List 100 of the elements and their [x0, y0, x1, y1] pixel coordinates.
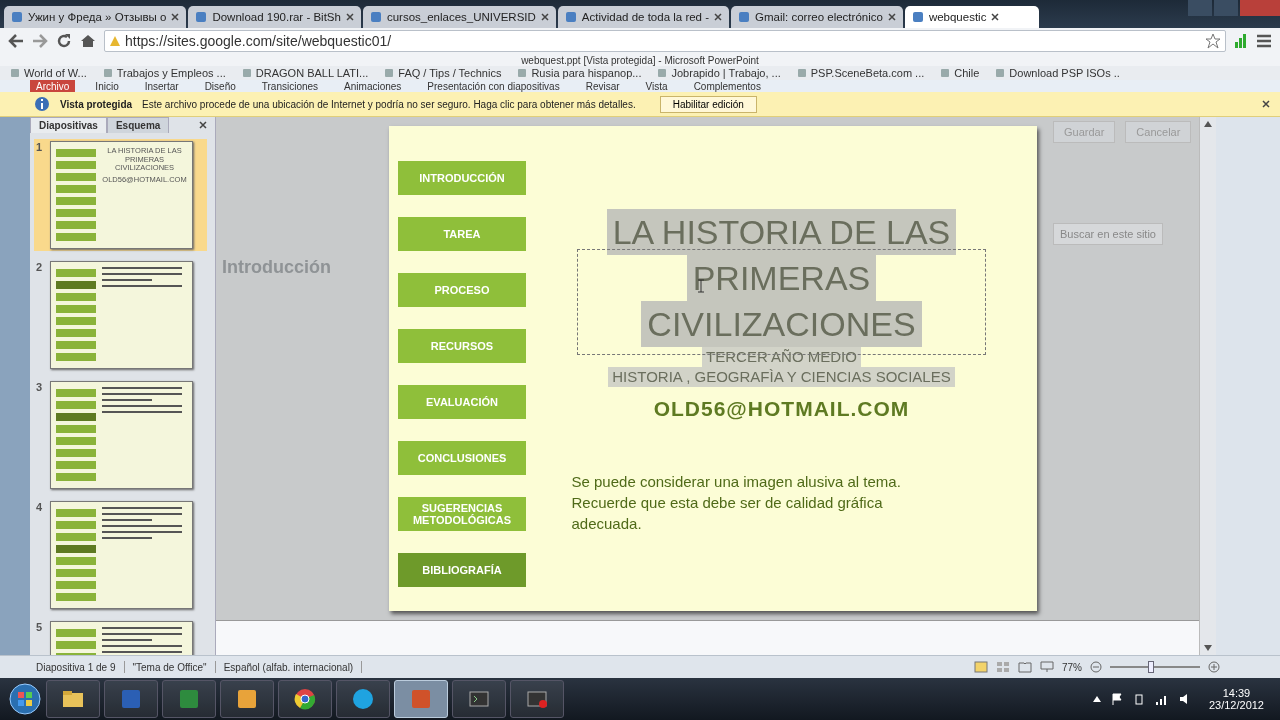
time: 14:39: [1222, 687, 1251, 699]
bookmark[interactable]: Download PSP ISOs ..: [995, 67, 1120, 79]
slide-email: OLD56@HOTMAIL.COM: [653, 397, 910, 421]
message-text: Este archivo procede de una ubicación de Internet y podría no ser seguro. Haga clic para obtener más detalles.: [142, 98, 636, 110]
start-button[interactable]: [8, 682, 42, 716]
slide-number: 1: [36, 141, 44, 153]
document-icon: [119, 687, 143, 711]
bookmark[interactable]: Rusia para hispanop...: [517, 67, 642, 79]
taskbar-button[interactable]: [278, 680, 332, 718]
close-icon[interactable]: [991, 13, 1000, 21]
reading-view-icon[interactable]: [1018, 661, 1032, 673]
signal-icon[interactable]: [1154, 693, 1169, 705]
bookmark-icon: [241, 68, 252, 78]
close-icon[interactable]: [540, 13, 549, 21]
pane-tab[interactable]: Esquema: [106, 117, 170, 133]
forward-icon[interactable]: [32, 34, 48, 48]
tray-arrow-icon[interactable]: [1092, 696, 1101, 702]
enable-editing-button[interactable]: Habilitar edición: [659, 95, 757, 113]
slideshow-icon[interactable]: [1040, 661, 1054, 673]
browser-tab[interactable]: cursos_enlaces_UNIVERSID: [362, 6, 556, 28]
browser-tab[interactable]: Download 190.rar - BitSh: [188, 6, 361, 28]
slide-title: PRIMERAS: [686, 255, 877, 301]
ribbon-tab[interactable]: Revisar: [579, 80, 626, 92]
bookmark[interactable]: DRAGON BALL LATI...: [241, 67, 369, 79]
close-icon[interactable]: [887, 13, 896, 21]
close-icon[interactable]: [345, 13, 354, 21]
back-icon[interactable]: [8, 34, 24, 48]
taskbar-button[interactable]: [46, 680, 100, 718]
scroll-down-icon[interactable]: [1204, 645, 1212, 651]
language: Español (alfab. internacional): [223, 661, 354, 673]
spreadsheet-icon: [177, 687, 201, 711]
bookmark-icon: [517, 68, 528, 78]
bookmark-icon: [995, 68, 1006, 78]
ribbon-tab[interactable]: Archivo: [30, 80, 76, 92]
slide-number: 4: [36, 501, 44, 513]
bookmark[interactable]: Trabajos y Empleos ...: [102, 67, 226, 79]
star-icon[interactable]: [1205, 33, 1221, 49]
browser-tab[interactable]: webquestic: [904, 6, 1040, 28]
taskbar-button[interactable]: [336, 680, 390, 718]
slide-subtitle: HISTORIA , GEOGRAFÌA Y CIENCIAS SOCIALES: [608, 367, 955, 387]
bookmark[interactable]: World of W...: [10, 67, 87, 79]
ribbon-tab[interactable]: Complementos: [687, 80, 767, 92]
message-title: Vista protegida: [60, 98, 133, 110]
ribbon-tab[interactable]: Animaciones: [338, 80, 408, 92]
clock[interactable]: 14:39 23/12/2012: [1200, 687, 1272, 711]
page-icon: [564, 11, 577, 23]
page-heading: Introducción: [222, 257, 331, 277]
ribbon-tab[interactable]: Transiciones: [255, 80, 325, 92]
reload-icon[interactable]: [56, 33, 72, 49]
slide-note: Se puede considerar una imagen alusiva al tema. Recuerde que esta debe ser de calidad gráfica adecuada.: [571, 472, 902, 534]
scrollbar[interactable]: [1199, 117, 1216, 655]
page-icon: [11, 11, 23, 23]
ribbon-tab[interactable]: Diseño: [198, 80, 242, 92]
menu-icon[interactable]: [1256, 34, 1272, 48]
browser-tab[interactable]: Actividad de toda la red -: [557, 6, 730, 28]
close-icon[interactable]: [171, 13, 180, 21]
bookmark-icon: [657, 68, 668, 78]
bookmark[interactable]: FAQ / Tips / Technics: [384, 67, 502, 79]
notes-field[interactable]: [216, 620, 1199, 655]
home-icon[interactable]: [80, 33, 96, 49]
presentation-icon: [409, 687, 433, 711]
zoom-out-icon[interactable]: [1090, 661, 1102, 673]
bookmark[interactable]: PSP.SceneBeta.com ...: [796, 67, 925, 79]
zoom-level[interactable]: 77%: [1062, 661, 1082, 673]
page-icon: [738, 11, 751, 23]
browser-icon: [293, 687, 317, 711]
ribbon-tab[interactable]: Inicio: [89, 80, 125, 92]
theme-name: "Tema de Office": [132, 661, 207, 673]
slide-count: Diapositiva 1 de 9: [36, 661, 116, 673]
chat-icon: [351, 687, 375, 711]
taskbar-button[interactable]: [220, 680, 274, 718]
slide-number: 3: [36, 381, 44, 393]
bookmark-icon: [102, 68, 113, 78]
flag-icon[interactable]: [1110, 693, 1123, 705]
bookmark[interactable]: Jobrapido | Trabajo, ...: [657, 67, 781, 79]
address-bar[interactable]: https://sites.google.com/site/webquestic01/: [104, 30, 1226, 52]
page-icon: [195, 11, 208, 23]
zoom-in-icon[interactable]: [1208, 661, 1220, 673]
page-icon: [369, 11, 382, 23]
close-icon[interactable]: [1262, 100, 1270, 108]
ribbon-tab[interactable]: Vista: [639, 80, 674, 92]
close-icon[interactable]: [199, 121, 207, 129]
slide-title: LA HISTORIA DE LAS: [606, 209, 957, 255]
zoom-slider-thumb[interactable]: [1147, 661, 1154, 673]
slide-title: CIVILIZACIONES: [641, 301, 922, 347]
slide-number: 2: [36, 261, 44, 273]
bookmark-icon: [940, 68, 951, 78]
bookmark-icon: [796, 68, 807, 78]
slide-subtitle: TERCER AÑO MEDIO: [702, 347, 861, 367]
close-icon[interactable]: [714, 13, 723, 21]
window-title: webquest.ppt [Vista protegida] - Microsoft PowerPoint: [521, 54, 759, 66]
browser-tab[interactable]: Ужин у Фреда » Отзывы о: [4, 6, 187, 28]
ribbon-tab[interactable]: Insertar: [138, 80, 185, 92]
pane-tab[interactable]: Diapositivas: [30, 117, 107, 133]
bookmark[interactable]: Chile: [940, 67, 980, 79]
ribbon-tab[interactable]: Presentación con diapositivas: [421, 80, 566, 92]
browser-tab[interactable]: Gmail: correo electrónico: [731, 6, 903, 28]
slide-number: 5: [36, 621, 44, 633]
scroll-up-icon[interactable]: [1204, 121, 1212, 127]
bookmark-icon: [10, 68, 20, 78]
